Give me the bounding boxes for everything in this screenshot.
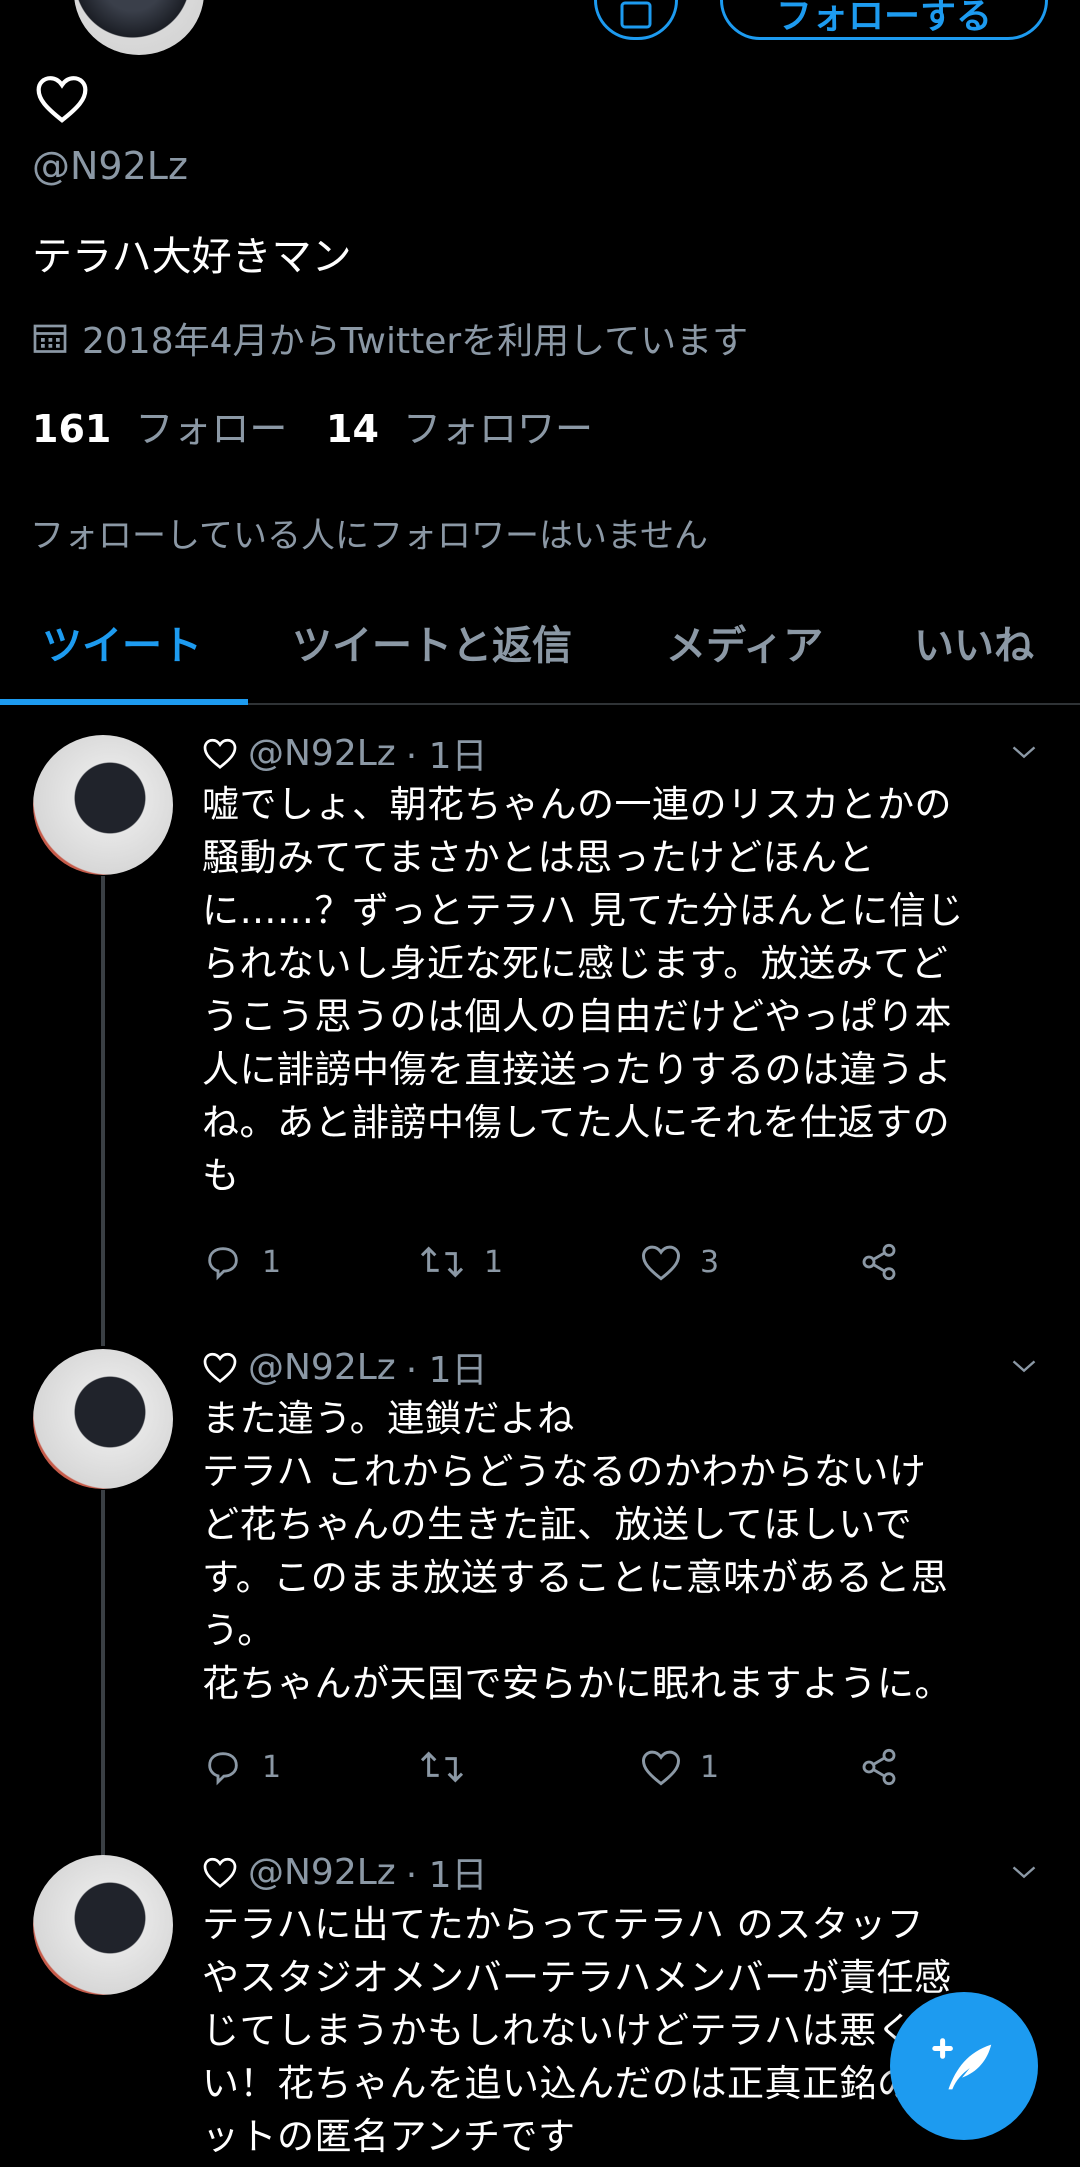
- avatar[interactable]: [33, 1349, 173, 1489]
- compose-feather-icon: [932, 2038, 992, 2090]
- profile-avatar[interactable]: [74, 0, 204, 55]
- tweet-handle[interactable]: @N92Lz: [248, 1852, 396, 1893]
- tab-likes[interactable]: いいね: [914, 613, 1034, 671]
- profile-tabs: ツイート ツイートと返信 メディア いいね: [0, 595, 1080, 705]
- like-count: 1: [700, 1749, 720, 1785]
- like-icon: [642, 1750, 680, 1786]
- heart-icon: [203, 1352, 237, 1383]
- tweet-time: · 1日: [405, 736, 488, 777]
- profile-bio: テラハ大好きマン: [32, 234, 352, 280]
- tweet-text: また違う。連鎖だよね テラハ これからどうなるのかわからないけ ど花ちゃんの生き…: [202, 1397, 952, 1705]
- tweet-actions: 1 1: [202, 1737, 982, 1797]
- retweet-button[interactable]: 1: [418, 1232, 503, 1292]
- thread-line: [101, 876, 105, 1346]
- retweet-icon: [420, 1751, 464, 1783]
- heart-icon: [203, 1857, 237, 1888]
- join-date-text: 2018年4月からTwitterを利用しています: [82, 321, 749, 362]
- compose-tweet-button[interactable]: [890, 1992, 1038, 2140]
- tweet-handle[interactable]: @N92Lz: [248, 1347, 396, 1388]
- tweet-actions: 1 1 3: [202, 1232, 982, 1292]
- message-button[interactable]: [594, 0, 678, 40]
- tweet-handle[interactable]: @N92Lz: [248, 733, 396, 774]
- share-icon: [862, 1243, 896, 1281]
- reply-count: 1: [262, 1749, 282, 1785]
- join-date: 2018年4月からTwitterを利用しています: [32, 312, 748, 364]
- tab-tweets[interactable]: ツイート: [42, 613, 202, 671]
- tweet-time: · 1日: [405, 1350, 488, 1391]
- calendar-icon: [33, 324, 67, 353]
- like-button[interactable]: 3: [640, 1232, 719, 1292]
- mail-icon: [620, 1, 652, 29]
- reply-button[interactable]: 1: [202, 1232, 281, 1292]
- thread-line: [101, 1490, 105, 1856]
- reply-icon: [208, 1752, 238, 1786]
- following-label: フォロー: [135, 407, 288, 451]
- like-icon: [642, 1245, 680, 1281]
- follow-button[interactable]: フォローする: [720, 0, 1048, 40]
- following-stat[interactable]: 161 フォロー: [32, 398, 287, 453]
- share-icon: [862, 1748, 896, 1786]
- reply-icon: [208, 1247, 238, 1281]
- avatar[interactable]: [33, 735, 173, 875]
- tweet-header: @N92Lz · 1日: [202, 1341, 488, 1393]
- reply-button[interactable]: 1: [202, 1737, 281, 1797]
- chevron-down-icon[interactable]: [1010, 1858, 1038, 1886]
- like-button[interactable]: 1: [640, 1737, 719, 1797]
- avatar[interactable]: [33, 1855, 173, 1995]
- retweet-icon: [420, 1246, 464, 1278]
- follow-button-label: フォローする: [775, 0, 992, 37]
- share-button[interactable]: [858, 1737, 900, 1797]
- chevron-down-icon[interactable]: [1010, 738, 1038, 766]
- retweet-button[interactable]: [418, 1737, 484, 1797]
- followers-count: 14: [326, 407, 379, 451]
- tweet-header: @N92Lz · 1日: [202, 1846, 488, 1898]
- reply-count: 1: [262, 1244, 282, 1280]
- profile-handle: @N92Lz: [32, 144, 188, 188]
- followed-by-note: フォローしている人にフォロワーはいません: [30, 516, 708, 556]
- tweet-text: 嘘でしょ、朝花ちゃんの一連のリスカとかの 騒動みててまさかとは思ったけどほんと …: [202, 783, 964, 1197]
- followers-label: フォロワー: [402, 407, 593, 451]
- followers-stat[interactable]: 14 フォロワー: [326, 398, 593, 453]
- like-count: 3: [700, 1244, 720, 1280]
- heart-icon: [203, 738, 237, 769]
- chevron-down-icon[interactable]: [1010, 1352, 1038, 1380]
- tab-media[interactable]: メディア: [666, 613, 823, 671]
- active-tab-indicator: [0, 699, 248, 705]
- tweet-time: · 1日: [405, 1855, 488, 1896]
- retweet-count: 1: [484, 1244, 504, 1280]
- following-count: 161: [32, 407, 112, 451]
- tab-tweets-and-replies[interactable]: ツイートと返信: [292, 613, 572, 671]
- share-button[interactable]: [858, 1232, 900, 1292]
- heart-icon: [36, 76, 88, 123]
- tweet-header: @N92Lz · 1日: [202, 727, 488, 779]
